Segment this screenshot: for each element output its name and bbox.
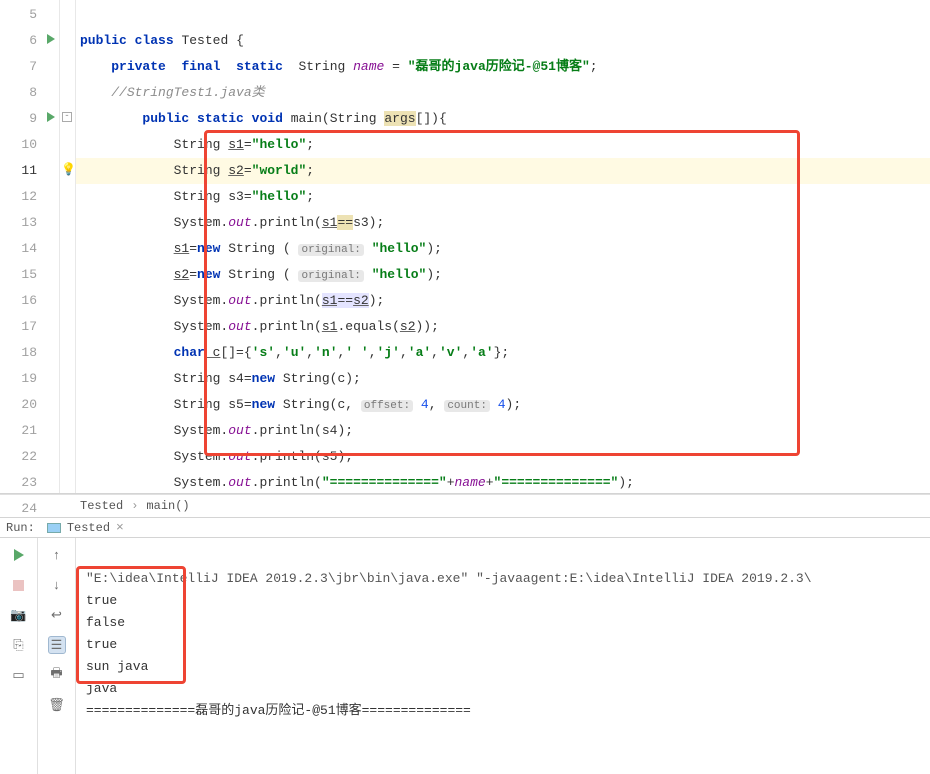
up-stack-icon[interactable]: ↑ xyxy=(48,546,66,564)
code-line: String s1="hello"; xyxy=(76,132,930,158)
line-number: 11 xyxy=(0,158,59,184)
code-line: System.out.println(s5); xyxy=(76,444,930,470)
line-number: 13 xyxy=(0,210,59,236)
code-line: String s4=new String(c); xyxy=(76,366,930,392)
application-icon xyxy=(47,523,61,533)
line-number: 8 xyxy=(0,80,59,106)
fold-column: - 💡 xyxy=(60,0,76,493)
down-stack-icon[interactable]: ↓ xyxy=(48,576,66,594)
console-line: ==============磊哥的java历险记-@51博客==========… xyxy=(86,703,471,718)
scroll-to-end-icon[interactable]: ☰ xyxy=(48,636,66,654)
soft-wrap-icon[interactable]: ↩ xyxy=(48,606,66,624)
intention-bulb-icon[interactable]: 💡 xyxy=(61,162,76,177)
run-toolbar-left: 📷 ⎘ ▭ xyxy=(0,538,38,774)
console-line: true xyxy=(86,637,117,652)
code-line: System.out.println(s4); xyxy=(76,418,930,444)
console-output[interactable]: "E:\idea\IntelliJ IDEA 2019.2.3\jbr\bin\… xyxy=(76,538,930,774)
line-number: 5 xyxy=(0,2,59,28)
code-line: System.out.println(s1==s2); xyxy=(76,288,930,314)
line-number: 23 xyxy=(0,470,59,496)
run-gutter-icon[interactable] xyxy=(47,34,55,44)
fold-toggle-icon[interactable]: - xyxy=(62,112,72,122)
stop-button[interactable] xyxy=(10,576,28,594)
print-icon[interactable]: 🖶 xyxy=(48,666,66,684)
line-number: 16 xyxy=(0,288,59,314)
layout-button[interactable]: ▭ xyxy=(10,666,28,684)
code-line: String s2="world"; xyxy=(76,158,930,184)
line-number: 9 xyxy=(0,106,59,132)
code-line: System.out.println("=============="+name… xyxy=(76,470,930,493)
code-line: System.out.println(s1==s3); xyxy=(76,210,930,236)
run-tab-label: Tested xyxy=(67,521,110,535)
run-toolbar-secondary: ↑ ↓ ↩ ☰ 🖶 🗑 xyxy=(38,538,76,774)
line-number: 18 xyxy=(0,340,59,366)
line-number: 17 xyxy=(0,314,59,340)
line-number: 14 xyxy=(0,236,59,262)
code-line: public class Tested { xyxy=(76,28,930,54)
code-line: System.out.println(s1.equals(s2)); xyxy=(76,314,930,340)
code-editor[interactable]: public class Tested { private final stat… xyxy=(76,0,930,493)
code-line: //StringTest1.java类 xyxy=(76,80,930,106)
code-line: s1=new String ( original: "hello"); xyxy=(76,236,930,262)
line-number: 20 xyxy=(0,392,59,418)
line-number: 12 xyxy=(0,184,59,210)
line-number: 6 xyxy=(0,28,59,54)
exit-button[interactable]: ⎘ xyxy=(10,636,28,654)
line-number: 19 xyxy=(0,366,59,392)
code-line: private final static String name = "磊哥的j… xyxy=(76,54,930,80)
delete-icon[interactable]: 🗑 xyxy=(48,696,66,714)
line-number: 22 xyxy=(0,444,59,470)
console-line: false xyxy=(86,615,125,630)
console-line: true xyxy=(86,593,117,608)
rerun-button[interactable] xyxy=(10,546,28,564)
console-line: sun java xyxy=(86,659,148,674)
line-number: 15 xyxy=(0,262,59,288)
line-gutter: 5 6 7 8 9 10 11 12 13 14 15 16 17 18 19 … xyxy=(0,0,60,493)
line-number: 21 xyxy=(0,418,59,444)
run-gutter-icon[interactable] xyxy=(47,112,55,122)
code-line xyxy=(76,2,930,28)
code-line: s2=new String ( original: "hello"); xyxy=(76,262,930,288)
code-line: public static void main(String args[]){ xyxy=(76,106,930,132)
line-number: 24 xyxy=(0,496,59,522)
code-line: char c[]={'s','u','n',' ','j','a','v','a… xyxy=(76,340,930,366)
close-icon[interactable]: × xyxy=(116,520,124,535)
run-tool-window: Run: Tested × 📷 ⎘ ▭ ↑ ↓ ↩ ☰ 🖶 🗑 "E:\idea… xyxy=(0,518,930,747)
line-number: 7 xyxy=(0,54,59,80)
breadcrumb-method[interactable]: main() xyxy=(146,499,189,513)
dump-button[interactable]: 📷 xyxy=(10,606,28,624)
run-label: Run: xyxy=(6,521,35,535)
run-header: Run: Tested × xyxy=(0,518,930,538)
console-cmdline: "E:\idea\IntelliJ IDEA 2019.2.3\jbr\bin\… xyxy=(86,571,812,586)
console-line: java xyxy=(86,681,117,696)
code-line: String s5=new String(c, offset: 4, count… xyxy=(76,392,930,418)
line-number: 10 xyxy=(0,132,59,158)
breadcrumb[interactable]: Tested › main() xyxy=(0,494,930,518)
code-line: String s3="hello"; xyxy=(76,184,930,210)
chevron-right-icon: › xyxy=(131,499,138,513)
breadcrumb-class[interactable]: Tested xyxy=(80,499,123,513)
